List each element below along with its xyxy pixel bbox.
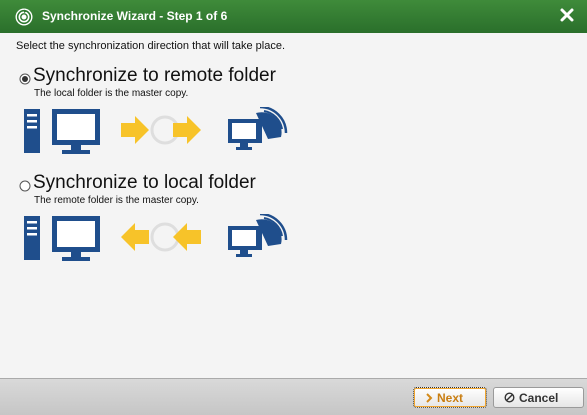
instruction-text: Select the synchronization direction tha… <box>16 40 286 52</box>
remote-server-icon <box>228 107 288 150</box>
sync-to-remote-illustration <box>24 107 288 154</box>
option-local[interactable]: Synchronize to local folder The remote f… <box>19 172 309 206</box>
wizard-footer: Next Cancel <box>0 378 587 415</box>
computer-icon <box>24 109 100 154</box>
radio-local-folder[interactable] <box>19 180 31 192</box>
option-description: The remote folder is the master copy. <box>34 195 199 206</box>
sync-arrows-right-icon <box>121 115 201 145</box>
wizard-content: Select the synchronization direction tha… <box>0 33 587 378</box>
next-button[interactable]: Next <box>413 387 487 408</box>
option-title: Synchronize to local folder <box>33 172 256 193</box>
option-description: The local folder is the master copy. <box>34 88 189 99</box>
radio-remote-folder[interactable] <box>19 73 31 85</box>
cancel-button[interactable]: Cancel <box>493 387 584 408</box>
sync-icon <box>15 8 33 26</box>
sync-arrows-left-icon <box>121 222 201 252</box>
option-remote[interactable]: Synchronize to remote folder The local f… <box>19 65 309 99</box>
cancel-label: Cancel <box>519 391 559 405</box>
option-title: Synchronize to remote folder <box>33 65 276 86</box>
next-label: Next <box>437 391 464 405</box>
sync-to-local-illustration <box>24 214 288 261</box>
chevron-right-icon <box>426 393 433 403</box>
no-entry-icon <box>504 392 515 403</box>
computer-icon <box>24 216 100 261</box>
close-icon[interactable] <box>559 7 575 23</box>
window-title: Synchronize Wizard - Step 1 of 6 <box>42 9 228 23</box>
title-bar: Synchronize Wizard - Step 1 of 6 <box>0 0 587 33</box>
remote-server-icon <box>228 214 288 257</box>
